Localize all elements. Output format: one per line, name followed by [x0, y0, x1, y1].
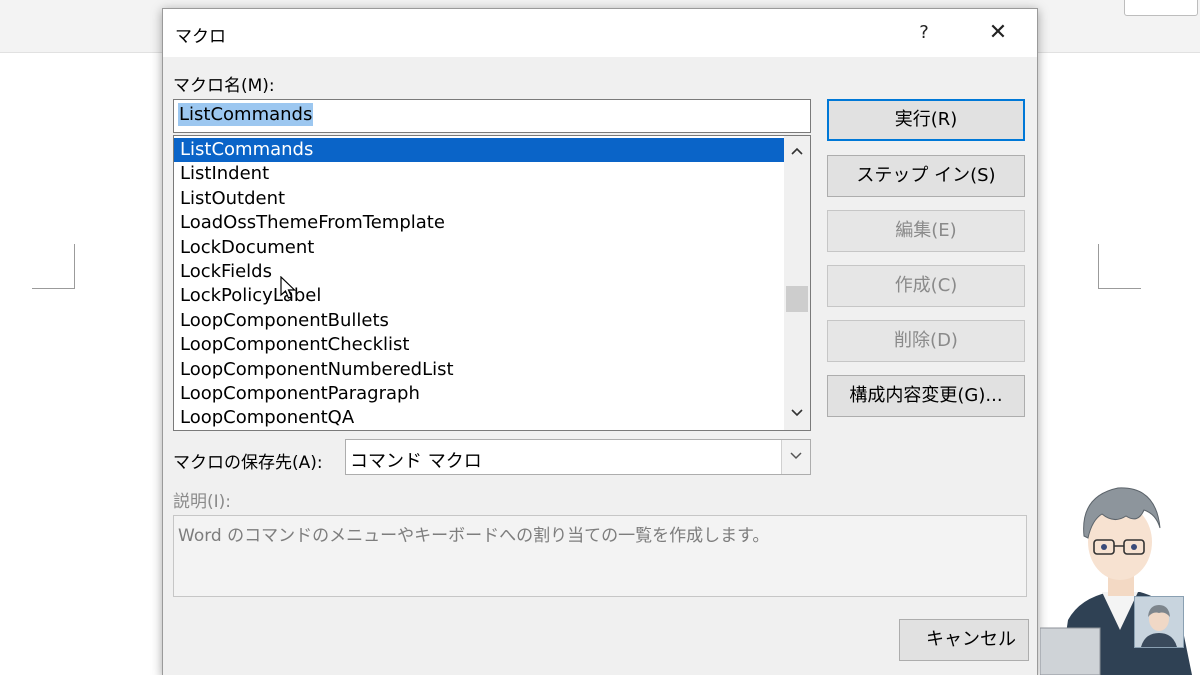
macro-name-input[interactable]: ListCommands: [173, 99, 811, 133]
webcam-thumbnail: [1134, 596, 1184, 648]
ribbon-search-box: [1124, 0, 1198, 16]
macro-list-scrollbar[interactable]: [784, 136, 810, 430]
description-box: Word のコマンドのメニューやキーボードへの割り当ての一覧を作成します。: [173, 515, 1027, 597]
edit-button[interactable]: 編集(E): [827, 210, 1025, 252]
mini-avatar-icon: [1141, 605, 1177, 647]
macro-name-value: ListCommands: [178, 103, 314, 126]
macro-list-item[interactable]: ListOutdent: [174, 187, 784, 211]
mouse-pointer-icon: [280, 276, 296, 299]
macro-list[interactable]: ListCommands ListIndent ListOutdent LoadOss…: [173, 135, 811, 431]
scroll-thumb[interactable]: [786, 286, 808, 312]
macro-list-item[interactable]: ListCommands: [174, 138, 784, 163]
macro-list-item[interactable]: LockPolicyLabel: [174, 284, 784, 308]
dialog-titlebar: マクロ ? ✕: [163, 9, 1037, 57]
macro-store-value: コマンド マクロ: [350, 451, 482, 472]
step-in-button[interactable]: ステップ イン(S): [827, 155, 1025, 197]
scroll-up-icon[interactable]: [784, 140, 810, 164]
cancel-button[interactable]: キャンセル: [899, 619, 1029, 661]
description-label: 説明(I):: [173, 492, 232, 512]
macro-list-item[interactable]: LockFields: [174, 260, 784, 284]
close-button[interactable]: ✕: [975, 17, 1021, 49]
macro-list-item[interactable]: LoopComponentNumberedList: [174, 358, 784, 382]
ribbon-tabs-cropped: [0, 0, 1200, 8]
chevron-down-icon[interactable]: [781, 440, 810, 474]
scroll-down-icon[interactable]: [784, 402, 810, 426]
macro-list-item[interactable]: LoopComponentQA: [174, 406, 784, 430]
page-corner-mark-right: [1098, 244, 1141, 289]
macro-list-item[interactable]: ListIndent: [174, 162, 784, 186]
macro-list-item[interactable]: LockDocument: [174, 236, 784, 260]
macro-name-label: マクロ名(M):: [173, 76, 275, 96]
create-button[interactable]: 作成(C): [827, 265, 1025, 307]
macro-list-item[interactable]: LoopComponentParagraph: [174, 382, 784, 406]
organizer-button[interactable]: 構成内容変更(G)...: [827, 375, 1025, 417]
macro-list-items: ListCommands ListIndent ListOutdent LoadOss…: [174, 138, 784, 430]
page-corner-mark-left: [32, 244, 75, 289]
macro-store-select[interactable]: コマンド マクロ: [345, 439, 811, 475]
macro-list-item[interactable]: LoadOssThemeFromTemplate: [174, 211, 784, 235]
macro-list-item[interactable]: LoopComponentChecklist: [174, 333, 784, 357]
help-button[interactable]: ?: [901, 17, 947, 49]
macro-dialog: マクロ ? ✕ マクロ名(M): ListCommands ListComman…: [162, 8, 1038, 675]
run-button[interactable]: 実行(R): [827, 99, 1025, 141]
macro-store-label: マクロの保存先(A):: [173, 453, 323, 473]
dialog-title: マクロ: [175, 27, 226, 47]
macro-list-item[interactable]: LoopComponentBullets: [174, 309, 784, 333]
delete-button[interactable]: 削除(D): [827, 320, 1025, 362]
